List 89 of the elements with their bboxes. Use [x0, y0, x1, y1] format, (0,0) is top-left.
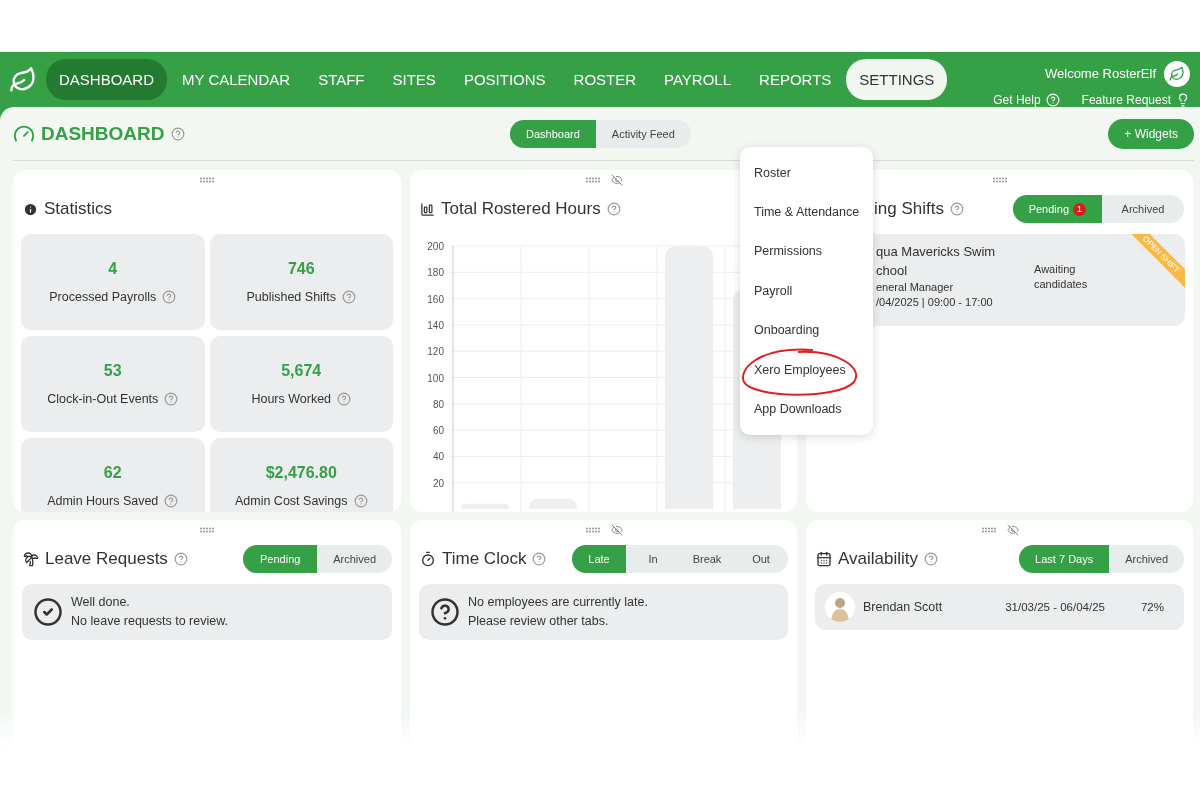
availability-row[interactable]: Brendan Scott 31/03/25 - 06/04/25 72% [815, 584, 1184, 630]
calendar-icon [816, 551, 832, 567]
drag-handle-icon[interactable] [584, 177, 601, 183]
hide-icon[interactable] [1006, 524, 1019, 536]
drag-handle-icon[interactable] [991, 177, 1008, 183]
help-icon[interactable] [924, 552, 938, 566]
stat-value: 746 [287, 260, 315, 278]
filter-tab[interactable]: Archived [1109, 545, 1184, 573]
hide-icon[interactable] [610, 524, 623, 536]
availability-percent: 72% [1140, 599, 1164, 615]
stat-label: Hours Worked [251, 392, 332, 406]
stat-label: Admin Hours Saved [47, 494, 159, 508]
help-icon[interactable] [606, 202, 621, 216]
site-name: qua Mavericks Swim [876, 243, 997, 261]
drag-handle-icon[interactable] [584, 527, 601, 533]
stat-value: 4 [108, 260, 118, 278]
axis-label: 180 [427, 267, 444, 279]
bar-chart-icon [420, 201, 435, 217]
question-circle-icon [430, 597, 460, 627]
filter-tab[interactable]: Out [734, 545, 788, 573]
stat-label: Published Shifts [246, 290, 337, 304]
card-title: ing Shifts [874, 199, 944, 219]
help-icon[interactable] [532, 552, 547, 566]
view-tab[interactable]: Activity Feed [595, 120, 691, 148]
card-title: Total Rostered Hours [441, 199, 601, 219]
card-title: Statistics [44, 199, 113, 219]
help-icon[interactable] [342, 290, 357, 304]
info-icon [23, 201, 38, 217]
filter-tab[interactable]: Archived [317, 545, 392, 573]
help-icon[interactable] [173, 552, 188, 566]
menu-item[interactable]: App Downloads [740, 389, 873, 429]
date-range: 31/03/25 - 06/04/25 [1005, 599, 1105, 615]
stat-label: Clock-in-Out Events [47, 392, 159, 406]
help-icon[interactable] [337, 392, 352, 406]
shift-status: Awaiting candidates [1034, 262, 1089, 292]
stopwatch-icon [420, 551, 436, 567]
filter-tab[interactable]: In [626, 545, 680, 573]
axis-label: 40 [432, 451, 444, 463]
axis-label: 140 [427, 319, 444, 331]
axis-label: 80 [432, 398, 444, 410]
palm-tree-icon [23, 551, 39, 567]
nav-item[interactable]: DASHBOARD [46, 59, 168, 100]
menu-item[interactable]: Roster [740, 153, 873, 193]
help-icon[interactable] [949, 202, 964, 216]
card-title: Time Clock [442, 549, 527, 569]
axis-label: 160 [427, 293, 444, 305]
filter-tab[interactable]: Archived [1102, 195, 1184, 223]
hide-icon[interactable] [610, 174, 623, 186]
filter-tab[interactable]: Break [680, 545, 734, 573]
position-name: eneral Manager [876, 280, 955, 295]
stat-value: 53 [103, 362, 122, 380]
message-text: Well done. [71, 594, 131, 611]
drag-handle-icon[interactable] [199, 177, 215, 183]
drag-handle-icon[interactable] [980, 527, 997, 533]
help-icon[interactable] [162, 290, 177, 304]
help-icon[interactable] [170, 126, 185, 141]
shift-time: /04/2025 | 09:00 - 17:00 [876, 295, 994, 310]
menu-item[interactable]: Time & Attendance [740, 192, 873, 232]
drag-handle-icon[interactable] [199, 527, 215, 533]
stat-value: $2,476.80 [265, 464, 337, 482]
card-title: Leave Requests [45, 549, 168, 569]
stat-label: Admin Cost Savings [234, 494, 348, 508]
menu-item[interactable]: Xero Employees [740, 349, 873, 390]
lightbulb-icon[interactable] [1176, 92, 1190, 107]
axis-label: 120 [427, 346, 444, 358]
axis-label: 20 [432, 477, 444, 489]
site-name: chool [876, 262, 909, 280]
axis-label: 60 [432, 425, 444, 437]
stat-value: 5,674 [281, 362, 322, 380]
help-icon[interactable] [353, 494, 368, 508]
help-icon[interactable] [164, 392, 179, 406]
filter-tab[interactable]: Pending 1 [1012, 195, 1102, 223]
stat-label: Processed Payrolls [49, 290, 157, 304]
axis-label: 100 [427, 372, 444, 384]
card-title: Availability [838, 549, 918, 569]
page-title: DASHBOARD [41, 122, 165, 145]
avatar-silhouette [825, 592, 855, 622]
message-text: Please review other tabs. [468, 613, 610, 630]
count-badge: 1 [1073, 202, 1086, 216]
stat-value: 62 [103, 464, 122, 482]
check-circle-icon [33, 597, 63, 627]
avatar-icon[interactable] [1164, 60, 1190, 87]
nav-item[interactable]: SETTINGS [846, 59, 948, 100]
help-icon[interactable] [164, 494, 179, 508]
employee-name: Brendan Scott [863, 598, 943, 616]
message-text: No employees are currently late. [468, 594, 648, 611]
welcome-text: Welcome RosterElf [1045, 66, 1156, 81]
axis-label: 200 [427, 241, 444, 252]
message-text: No leave requests to review. [71, 613, 229, 630]
